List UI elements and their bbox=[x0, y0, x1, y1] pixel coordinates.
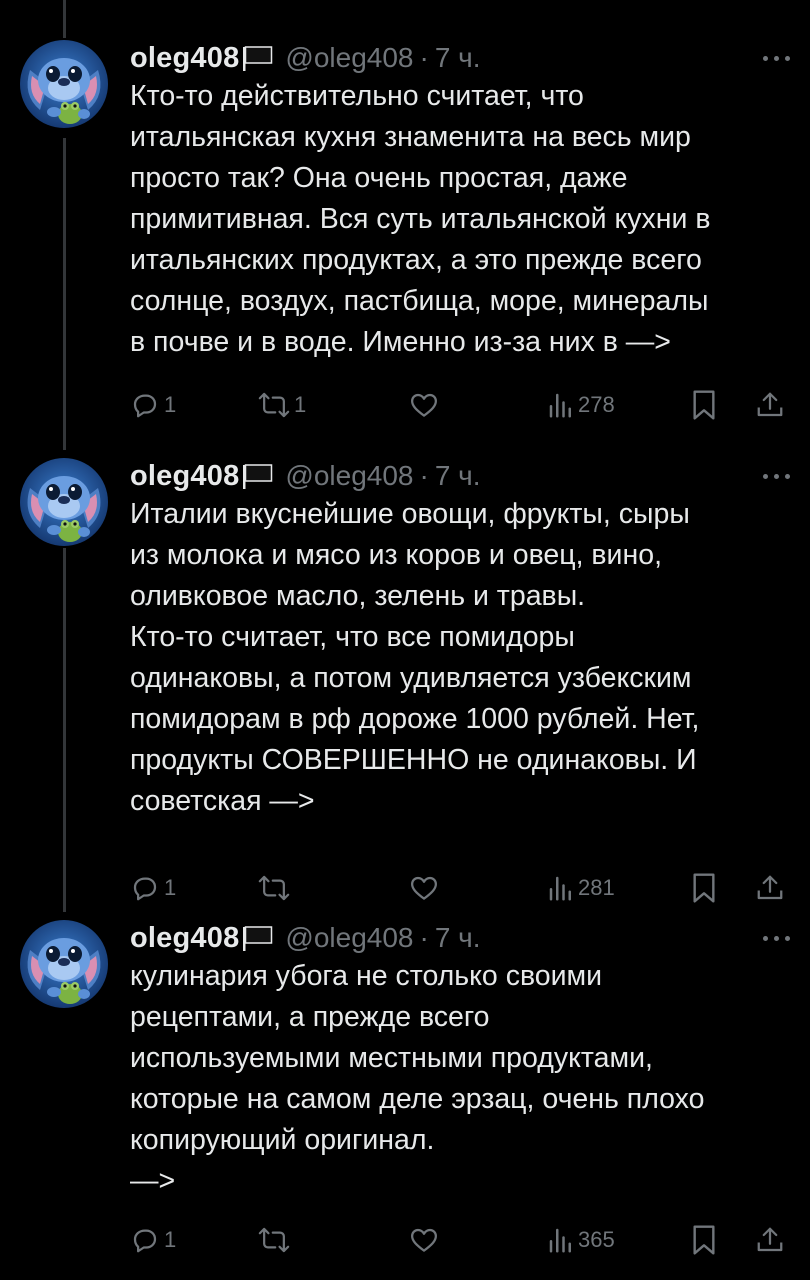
repost-button[interactable]: 1 bbox=[258, 385, 306, 425]
reply-button[interactable]: 1 bbox=[130, 868, 176, 908]
reply-count: 1 bbox=[164, 875, 177, 900]
avatar[interactable] bbox=[20, 458, 108, 546]
tweet-text: кулинария убога не столько своими рецепт… bbox=[130, 960, 705, 1197]
heart-icon bbox=[408, 390, 440, 420]
reply-icon bbox=[130, 873, 160, 903]
tweet-header: oleg408 @oleg408 · 7 ч. bbox=[130, 920, 481, 956]
reply-icon bbox=[130, 390, 160, 420]
like-button[interactable] bbox=[408, 868, 444, 908]
tweet-actions: 1 281 bbox=[130, 868, 790, 908]
heart-icon bbox=[408, 873, 440, 903]
thread-line-top bbox=[63, 0, 66, 38]
black-flag-icon bbox=[241, 462, 275, 495]
views-button[interactable]: 281 bbox=[548, 868, 615, 908]
bookmark-button[interactable] bbox=[690, 868, 718, 908]
avatar[interactable] bbox=[20, 40, 108, 128]
reply-count: 1 bbox=[164, 392, 177, 417]
share-button[interactable] bbox=[755, 1220, 785, 1260]
avatar[interactable] bbox=[20, 920, 108, 1008]
tweet-actions: 1 365 bbox=[130, 1220, 790, 1260]
reply-button[interactable]: 1 bbox=[130, 1220, 176, 1260]
share-button[interactable] bbox=[755, 385, 785, 425]
more-icon[interactable] bbox=[763, 40, 790, 76]
bookmark-icon bbox=[690, 1224, 718, 1256]
more-icon[interactable] bbox=[763, 920, 790, 956]
timestamp[interactable]: 7 ч. bbox=[435, 460, 481, 492]
bookmark-button[interactable] bbox=[690, 1220, 718, 1260]
views-icon bbox=[548, 873, 574, 903]
tweet-actions: 1 1 278 bbox=[130, 385, 790, 425]
separator-dot: · bbox=[419, 922, 429, 953]
reply-count: 1 bbox=[164, 1227, 177, 1252]
reply-button[interactable]: 1 bbox=[130, 385, 176, 425]
timestamp[interactable]: 7 ч. bbox=[435, 42, 481, 74]
repost-icon bbox=[258, 873, 290, 903]
black-flag-icon bbox=[241, 44, 275, 77]
views-button[interactable]: 278 bbox=[548, 385, 615, 425]
repost-icon bbox=[258, 1225, 290, 1255]
repost-button[interactable] bbox=[258, 868, 294, 908]
like-button[interactable] bbox=[408, 1220, 444, 1260]
user-handle[interactable]: @oleg408 bbox=[285, 42, 413, 74]
views-count: 365 bbox=[578, 1227, 615, 1252]
tweet-header: oleg408 @oleg408 · 7 ч. bbox=[130, 458, 481, 494]
tweet-text: Кто-то действительно считает, что италья… bbox=[130, 80, 711, 358]
views-icon bbox=[548, 1225, 574, 1255]
tweet-text: Италии вкуснейшие овощи, фрукты, сыры из… bbox=[130, 498, 700, 817]
bookmark-button[interactable] bbox=[690, 385, 718, 425]
display-name[interactable]: oleg408 bbox=[130, 42, 239, 75]
black-flag-icon bbox=[241, 924, 275, 957]
tweet-header: oleg408 @oleg408 · 7 ч. bbox=[130, 40, 481, 76]
tweet[interactable]: oleg408 @oleg408 · 7 ч. Кто-то действительно… bbox=[0, 40, 810, 435]
repost-count: 1 bbox=[294, 392, 307, 417]
share-icon bbox=[755, 389, 785, 421]
share-button[interactable] bbox=[755, 868, 785, 908]
display-name[interactable]: oleg408 bbox=[130, 922, 239, 955]
repost-icon bbox=[258, 390, 290, 420]
heart-icon bbox=[408, 1225, 440, 1255]
more-icon[interactable] bbox=[763, 458, 790, 494]
reply-icon bbox=[130, 1225, 160, 1255]
separator-dot: · bbox=[419, 42, 429, 73]
display-name[interactable]: oleg408 bbox=[130, 460, 239, 493]
separator-dot: · bbox=[419, 460, 429, 491]
like-button[interactable] bbox=[408, 385, 444, 425]
user-handle[interactable]: @oleg408 bbox=[285, 460, 413, 492]
user-handle[interactable]: @oleg408 bbox=[285, 922, 413, 954]
views-count: 278 bbox=[578, 392, 615, 417]
bookmark-icon bbox=[690, 389, 718, 421]
views-count: 281 bbox=[578, 875, 615, 900]
tweet[interactable]: oleg408 @oleg408 · 7 ч. Италии вкуснейшие ов… bbox=[0, 458, 810, 918]
views-icon bbox=[548, 390, 574, 420]
views-button[interactable]: 365 bbox=[548, 1220, 615, 1260]
tweet[interactable]: oleg408 @oleg408 · 7 ч. кулинария убога не с… bbox=[0, 920, 810, 1270]
bookmark-icon bbox=[690, 872, 718, 904]
repost-button[interactable] bbox=[258, 1220, 294, 1260]
share-icon bbox=[755, 1224, 785, 1256]
timestamp[interactable]: 7 ч. bbox=[435, 922, 481, 954]
share-icon bbox=[755, 872, 785, 904]
